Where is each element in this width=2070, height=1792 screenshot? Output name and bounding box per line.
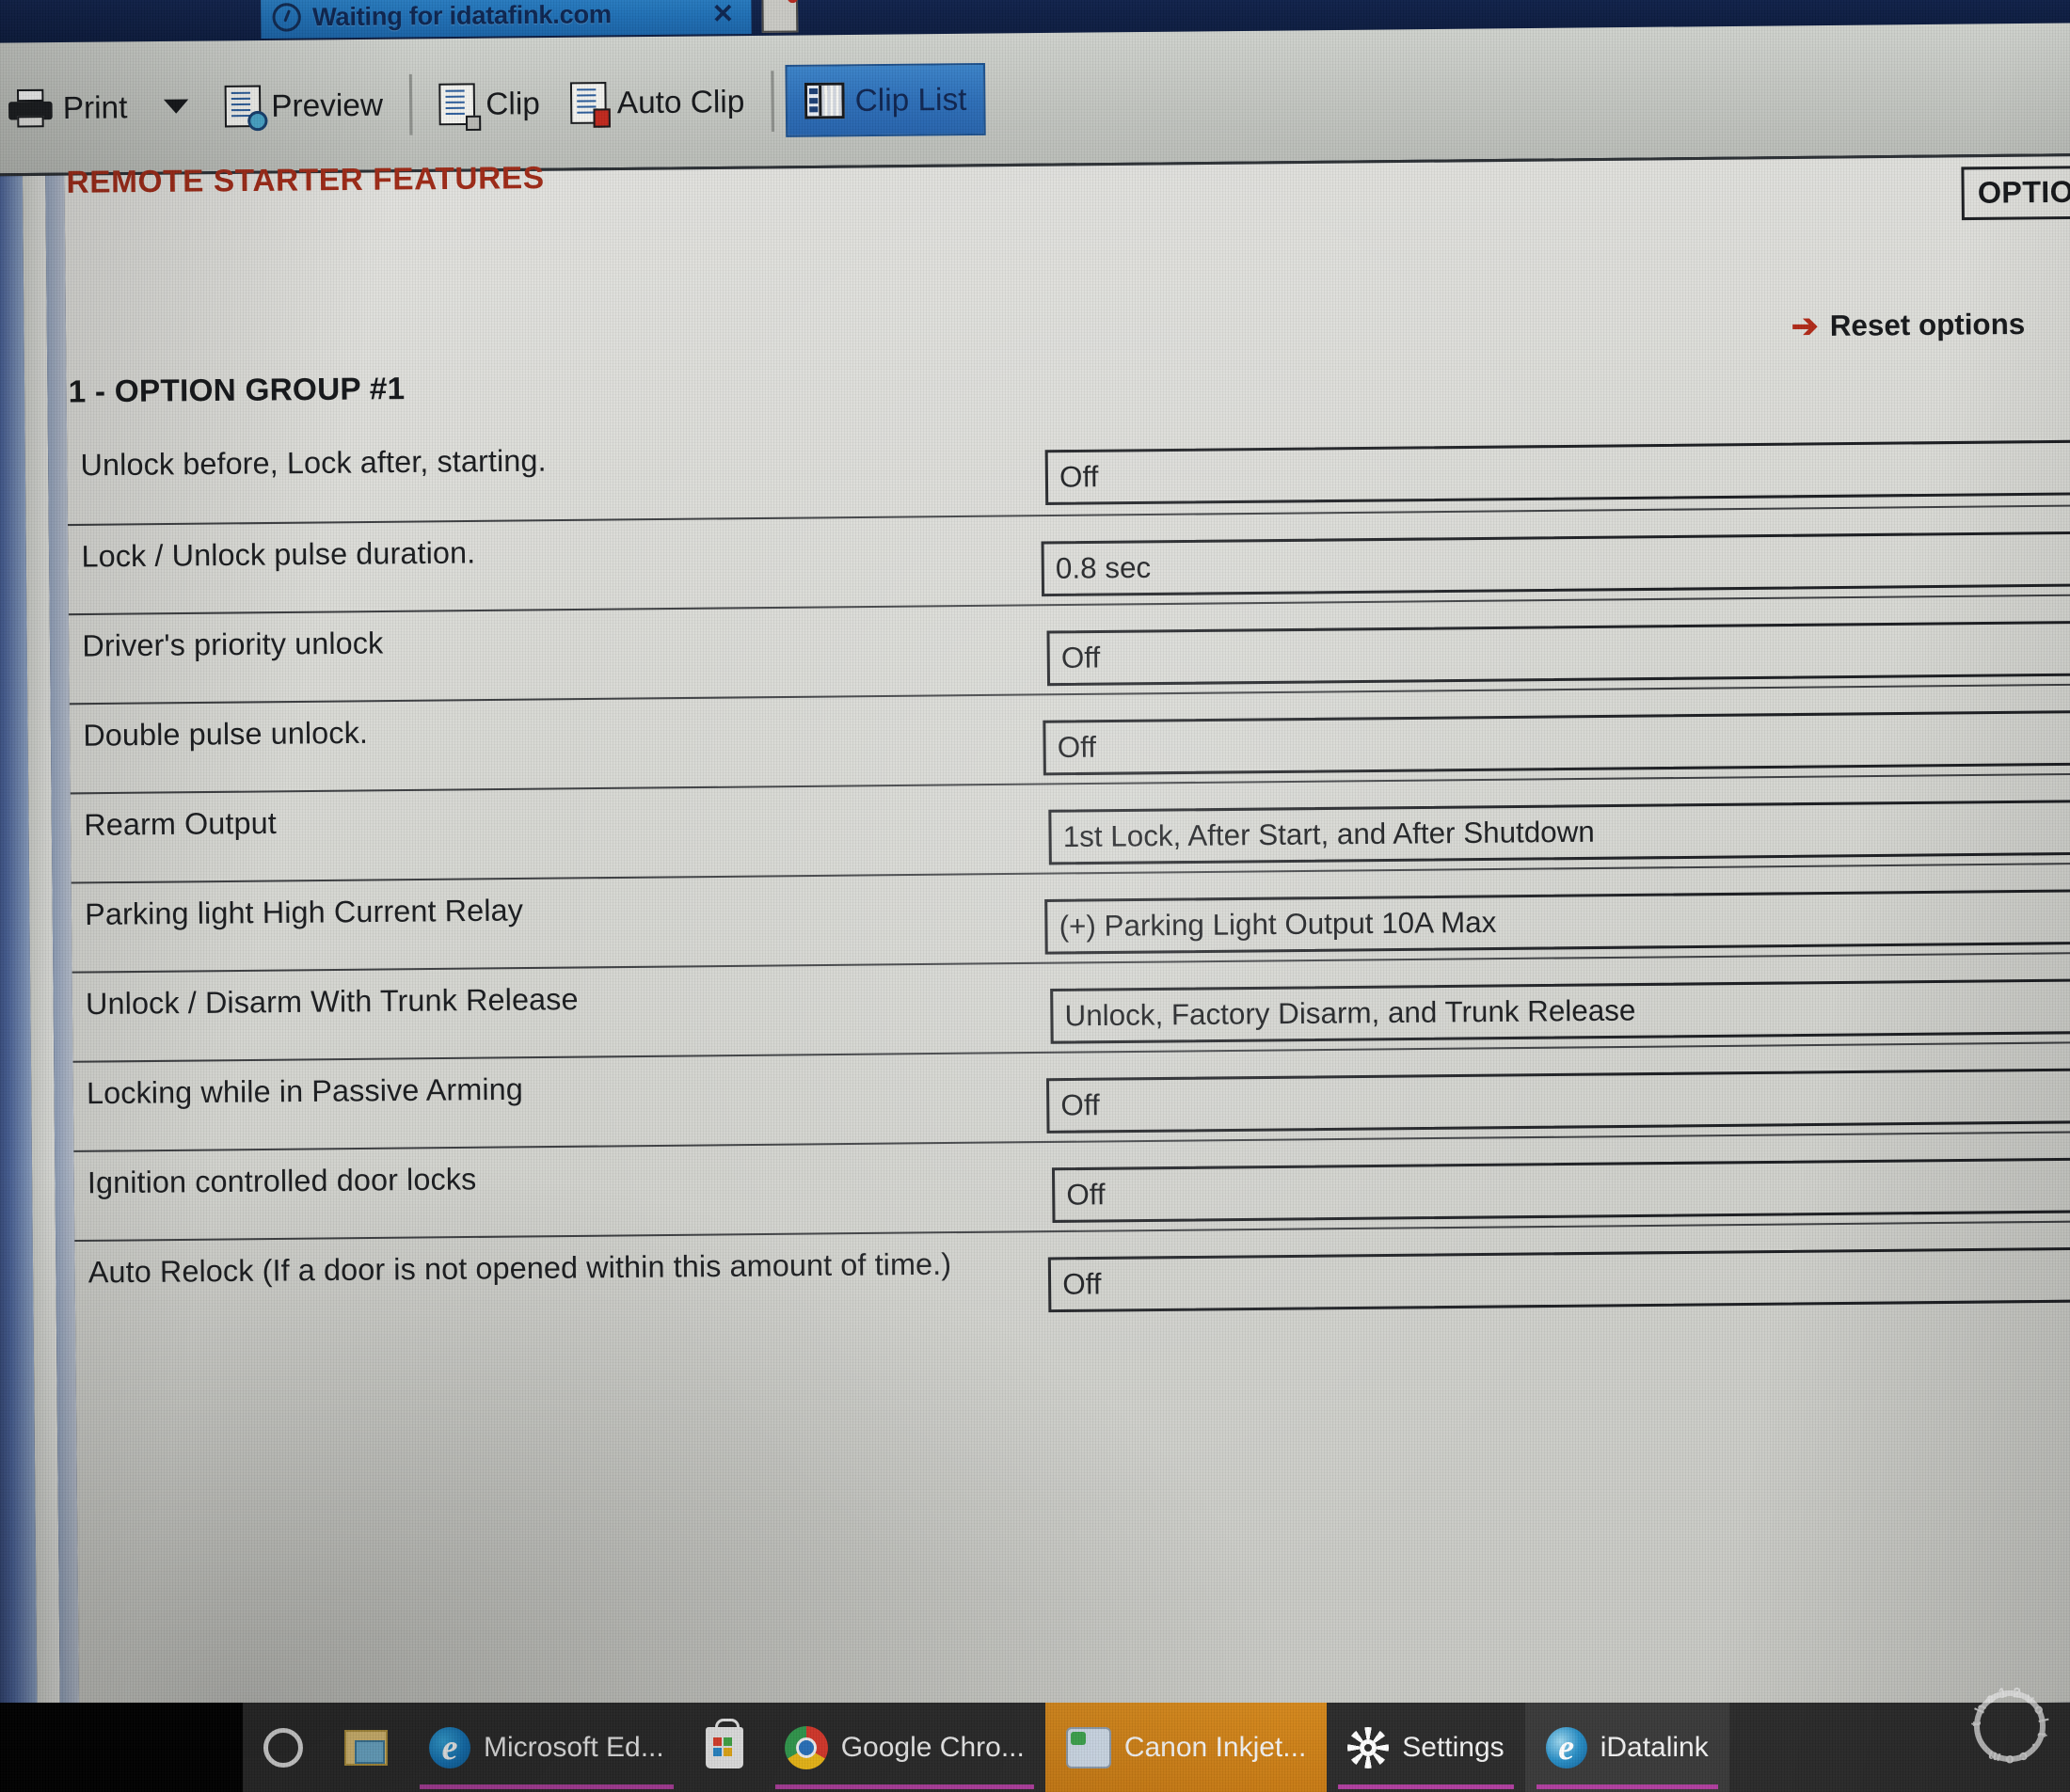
windows-taskbar: Microsoft Ed... Google Chro... Canon Inkje… [243, 1703, 2070, 1792]
reset-options-label: Reset options [1829, 307, 2026, 342]
option-value-field[interactable]: Off [1045, 1067, 2070, 1134]
table-row: Auto Relock (If a door is not opened wit… [74, 1220, 2070, 1330]
option-label: Lock / Unlock pulse duration. [81, 535, 476, 574]
clip-button[interactable]: Clip [423, 67, 555, 140]
preview-icon [224, 85, 268, 131]
taskbar-item-microsoft-ed[interactable]: Microsoft Ed... [408, 1703, 685, 1792]
option-label: Rearm Output [84, 805, 278, 842]
print-button[interactable]: Print [0, 71, 143, 144]
option-value-field[interactable]: (+) Parking Light Output 10A Max [1044, 888, 2070, 955]
taskbar-item-canon-inkjet[interactable]: Canon Inkjet... [1044, 1703, 1328, 1792]
option-value-field[interactable]: Off [1051, 1156, 2070, 1223]
clip-icon [438, 82, 482, 131]
option-value-field[interactable]: 1st Lock, After Start, and After Shutdow… [1048, 799, 2070, 865]
document-page: REMOTE STARTER FEATURES OPTION G ➔ Reset… [64, 156, 2070, 1722]
the12volt-watermark: the12volt.com [1968, 1684, 2052, 1768]
clip-label: Clip [486, 85, 541, 121]
option-label: Double pulse unlock. [83, 715, 369, 753]
taskbar-item-idatalink[interactable]: iDatalink [1524, 1703, 1729, 1792]
option-label: Locking while in Passive Arming [86, 1071, 524, 1111]
microsoft-store-icon [705, 1718, 743, 1768]
option-label: Unlock before, Lock after, starting. [80, 443, 547, 483]
clip-list-icon [804, 82, 845, 119]
taskbar-item-label: iDatalink [1600, 1731, 1709, 1763]
option-label: Ignition controlled door locks [87, 1161, 477, 1200]
taskbar-item-label: Microsoft Ed... [484, 1731, 664, 1763]
print-label: Print [62, 88, 128, 125]
tab-title: Waiting for idatafink.com [311, 0, 612, 31]
toolbar-divider-2 [771, 70, 774, 132]
taskbar-item-cortana-circle[interactable] [243, 1703, 324, 1792]
option-value-field[interactable]: Off [1047, 1245, 2070, 1313]
gear-icon [1347, 1726, 1390, 1768]
auto-clip-icon [570, 81, 611, 128]
file-explorer-icon [344, 1729, 388, 1766]
taskbar-left-filler [0, 1703, 243, 1792]
canon-printer-icon [1065, 1726, 1111, 1768]
arrow-right-icon: ➔ [1791, 308, 1819, 345]
taskbar-item-label: Settings [1402, 1731, 1505, 1763]
page-title: REMOTE STARTER FEATURES [66, 159, 545, 199]
screen-content: Waiting for idatafink.com ✕ Print Previe… [0, 0, 2070, 1792]
toolbar-divider [409, 73, 413, 135]
auto-clip-button[interactable]: Auto Clip [555, 65, 760, 139]
clip-list-button[interactable]: Clip List [785, 62, 987, 137]
option-label: Driver's priority unlock [82, 626, 384, 663]
new-page-icon[interactable] [761, 0, 799, 33]
google-chrome-icon [784, 1725, 828, 1769]
option-group-title: 1 - OPTION GROUP #1 [68, 370, 406, 409]
taskbar-item-file-explorer[interactable] [324, 1703, 408, 1792]
option-value-field[interactable]: 0.8 sec [1041, 530, 2070, 597]
option-label: Auto Relock (If a door is not opened wit… [88, 1246, 952, 1290]
option-label: Unlock / Disarm With Trunk Release [85, 981, 579, 1022]
option-value-field[interactable]: Off [1043, 709, 2070, 776]
option-value-field[interactable]: Unlock, Factory Disarm, and Trunk Releas… [1050, 977, 2070, 1044]
taskbar-item-settings[interactable]: Settings [1327, 1703, 1524, 1792]
internet-explorer-icon [1545, 1726, 1587, 1768]
cortana-circle-icon [263, 1727, 303, 1768]
app-toolbar: Print Preview Clip Auto Clip Clip List [0, 23, 2070, 177]
clip-list-label: Clip List [854, 80, 967, 118]
options-table: Unlock before, Lock after, starting. Off L… [67, 415, 2070, 1330]
taskbar-item-google-chro[interactable]: Google Chro... [764, 1703, 1045, 1792]
microsoft-edge-icon [429, 1726, 470, 1768]
option-label: Parking light High Current Relay [84, 893, 524, 932]
option-group-badge: OPTION G [1961, 165, 2070, 221]
browser-tab[interactable]: Waiting for idatafink.com ✕ [261, 0, 752, 39]
printer-icon [8, 88, 53, 128]
loading-spinner-icon [272, 3, 301, 32]
monitor-photo: Waiting for idatafink.com ✕ Print Previe… [0, 0, 2070, 1792]
close-icon[interactable]: ✕ [711, 0, 740, 29]
taskbar-item-label: Canon Inkjet... [1123, 1731, 1307, 1763]
preview-button[interactable]: Preview [209, 68, 398, 142]
taskbar-item-microsoft-store[interactable] [685, 1703, 764, 1792]
option-value-field[interactable]: Off [1046, 619, 2070, 687]
taskbar-item-label: Google Chro... [840, 1731, 1025, 1763]
reset-options-link[interactable]: ➔ Reset options [1791, 306, 2026, 346]
option-value-field[interactable]: Off [1044, 438, 2070, 505]
preview-label: Preview [271, 86, 384, 123]
chevron-down-icon[interactable] [163, 99, 189, 114]
auto-clip-label: Auto Clip [616, 83, 745, 119]
